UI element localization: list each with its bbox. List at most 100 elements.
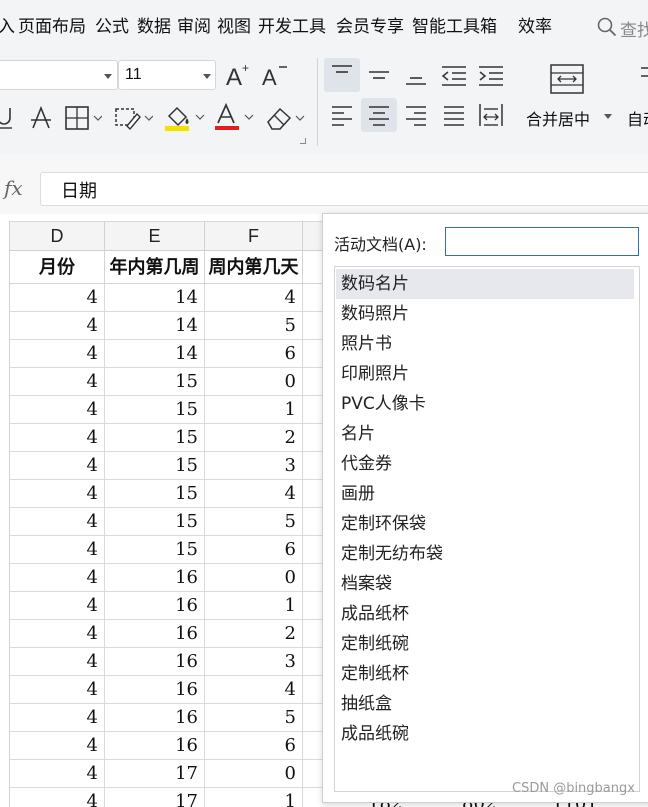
table-cell[interactable]: 4 <box>10 480 105 508</box>
cell-style-icon[interactable] <box>113 104 153 132</box>
table-cell[interactable]: 2 <box>205 424 303 452</box>
table-cell[interactable]: 6 <box>205 732 303 760</box>
table-cell[interactable]: 16 <box>105 648 205 676</box>
column-header-d[interactable]: D <box>10 221 105 251</box>
table-cell[interactable]: 4 <box>10 284 105 312</box>
increase-font-icon[interactable]: A + <box>224 60 254 90</box>
table-cell[interactable]: 0 <box>205 760 303 788</box>
align-right-icon[interactable] <box>398 98 434 132</box>
table-cell[interactable]: 4 <box>10 648 105 676</box>
table-cell[interactable]: 14 <box>105 284 205 312</box>
table-cell[interactable]: 6 <box>205 536 303 564</box>
menu-view[interactable]: 视图 <box>217 16 251 38</box>
fill-color-icon[interactable] <box>163 102 205 132</box>
menu-efficiency[interactable]: 效率 <box>518 16 552 38</box>
justify-icon[interactable] <box>436 98 472 132</box>
header-cell-month[interactable]: 月份 <box>10 251 105 284</box>
table-cell[interactable]: 5 <box>205 704 303 732</box>
table-cell[interactable]: 1 <box>205 788 303 807</box>
table-cell[interactable]: 4 <box>10 564 105 592</box>
font-color-icon[interactable] <box>213 102 255 132</box>
align-top-icon[interactable] <box>324 58 360 92</box>
menu-data[interactable]: 数据 <box>137 16 171 38</box>
table-cell[interactable]: 4 <box>10 704 105 732</box>
increase-indent-icon[interactable] <box>473 58 509 92</box>
dialog-launcher-icon[interactable] <box>300 138 306 144</box>
table-cell[interactable]: 16 <box>105 676 205 704</box>
formula-input[interactable]: 日期 <box>40 172 648 206</box>
table-cell[interactable]: 1 <box>205 592 303 620</box>
table-cell[interactable]: 16 <box>105 704 205 732</box>
table-cell[interactable]: 4 <box>10 452 105 480</box>
list-item[interactable]: 定制环保袋 <box>336 509 634 539</box>
search-icon[interactable] <box>597 17 617 37</box>
table-cell[interactable]: 3 <box>205 648 303 676</box>
table-cell[interactable]: 3 <box>205 452 303 480</box>
header-cell-week-of-year[interactable]: 年内第几周 <box>105 251 205 284</box>
menu-member[interactable]: 会员专享 <box>336 16 404 38</box>
table-cell[interactable]: 4 <box>10 732 105 760</box>
table-cell[interactable]: 4 <box>10 396 105 424</box>
table-cell[interactable]: 0 <box>205 368 303 396</box>
decrease-indent-icon[interactable] <box>436 58 472 92</box>
table-cell[interactable]: 14 <box>105 312 205 340</box>
table-cell[interactable]: 4 <box>10 676 105 704</box>
list-item[interactable]: 抽纸盒 <box>336 689 634 719</box>
list-item[interactable]: 成品纸杯 <box>336 599 634 629</box>
table-cell[interactable]: 15 <box>105 424 205 452</box>
list-item[interactable]: 画册 <box>336 479 634 509</box>
list-item[interactable]: 成品纸碗 <box>336 719 634 749</box>
table-cell[interactable]: 15 <box>105 536 205 564</box>
table-cell[interactable]: 17 <box>105 760 205 788</box>
menu-review[interactable]: 审阅 <box>177 16 211 38</box>
list-item[interactable]: 定制无纺布袋 <box>336 539 634 569</box>
list-item[interactable]: 印刷照片 <box>336 359 634 389</box>
menu-insert[interactable]: 入 <box>0 16 15 38</box>
list-item[interactable]: 定制纸杯 <box>336 659 634 689</box>
header-cell-day-of-week[interactable]: 周内第几天 <box>205 251 303 284</box>
table-cell[interactable]: 15 <box>105 368 205 396</box>
table-cell[interactable]: 4 <box>10 788 105 807</box>
list-item[interactable]: 档案袋 <box>336 569 634 599</box>
menu-page-layout[interactable]: 页面布局 <box>18 16 86 38</box>
table-cell[interactable]: 4 <box>10 508 105 536</box>
align-left-icon[interactable] <box>324 98 360 132</box>
table-cell[interactable]: 4 <box>10 312 105 340</box>
table-cell[interactable]: 4 <box>10 592 105 620</box>
list-item[interactable]: 数码照片 <box>336 299 634 329</box>
list-item[interactable]: 定制纸碗 <box>336 629 634 659</box>
table-cell[interactable]: 0 <box>205 564 303 592</box>
table-cell[interactable]: 4 <box>10 536 105 564</box>
font-name-select[interactable] <box>0 60 118 90</box>
list-item[interactable]: 照片书 <box>336 329 634 359</box>
menu-developer[interactable]: 开发工具 <box>258 16 326 38</box>
strikethrough-icon[interactable] <box>28 104 54 132</box>
table-cell[interactable]: 4 <box>205 480 303 508</box>
table-cell[interactable]: 16 <box>105 564 205 592</box>
document-list[interactable]: 数码名片 数码照片 照片书 印刷照片 PVC人像卡 名片 代金券 画册 定制环保袋 定制无纺布袋档… <box>334 266 640 792</box>
table-cell[interactable]: 4 <box>205 284 303 312</box>
table-cell[interactable]: 15 <box>105 452 205 480</box>
align-bottom-icon[interactable] <box>398 58 434 92</box>
table-cell[interactable]: 15 <box>105 396 205 424</box>
table-cell[interactable]: 4 <box>10 340 105 368</box>
column-header-e[interactable]: E <box>105 221 205 251</box>
border-icon[interactable] <box>64 104 102 132</box>
auto-wrap-label[interactable]: 自动 <box>627 106 648 130</box>
list-item[interactable]: PVC人像卡 <box>336 389 634 419</box>
column-header-f[interactable]: F <box>205 221 303 251</box>
list-item[interactable]: 名片 <box>336 419 634 449</box>
active-document-input[interactable] <box>445 227 639 256</box>
table-cell[interactable]: 15 <box>105 508 205 536</box>
table-cell[interactable]: 1 <box>205 396 303 424</box>
table-cell[interactable]: 6 <box>205 340 303 368</box>
underline-icon[interactable] <box>0 104 14 132</box>
search-label[interactable]: 查找 <box>620 16 648 41</box>
table-cell[interactable]: 16 <box>105 732 205 760</box>
table-cell[interactable]: 2 <box>205 620 303 648</box>
table-cell[interactable]: 5 <box>205 312 303 340</box>
align-center-icon[interactable] <box>361 98 397 132</box>
distributed-align-icon[interactable] <box>473 98 509 132</box>
chevron-down-icon[interactable] <box>604 114 612 119</box>
merge-center-icon[interactable] <box>548 62 588 96</box>
